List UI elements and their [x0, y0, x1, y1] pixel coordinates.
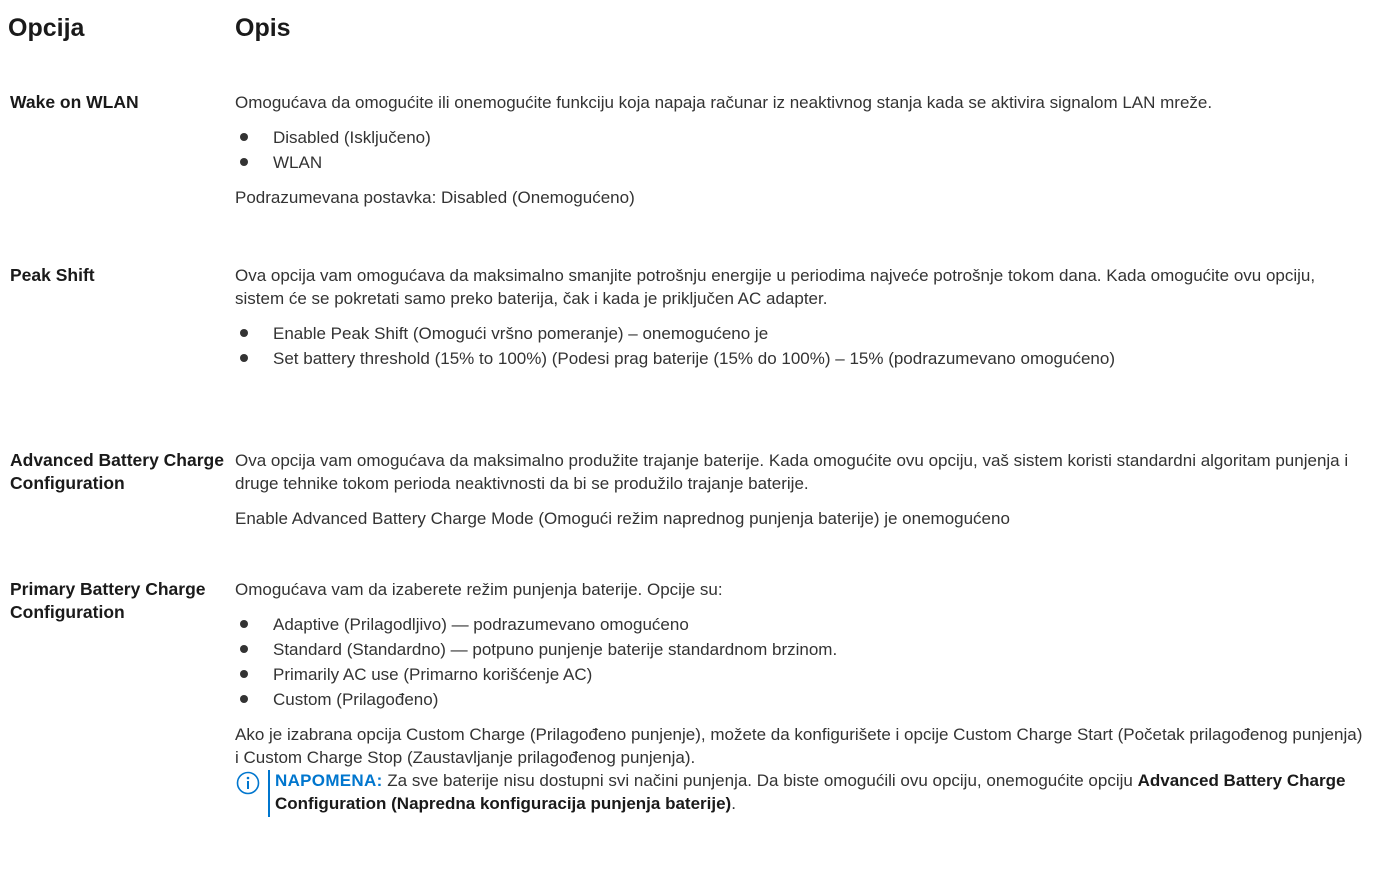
list-item: Adaptive (Prilagodljivo) — podrazumevano… [235, 613, 1365, 636]
table-header: Opcija Opis [8, 14, 1368, 46]
option-description: Ova opcija vam omogućava da maksimalno p… [235, 449, 1365, 542]
bullet-list: Disabled (Isključeno) WLAN [235, 126, 1365, 174]
column-header-option: Opcija [8, 14, 85, 42]
note-box: NAPOMENA: Za sve baterije nisu dostupni … [235, 769, 1365, 817]
note-end: . [731, 794, 736, 813]
list-item: Standard (Standardno) — potpuno punjenje… [235, 638, 1365, 661]
description-text: Omogućava vam da izaberete režim punjenj… [235, 580, 723, 599]
setting-status-text: Enable Advanced Battery Charge Mode (Omo… [235, 509, 1010, 528]
list-item: Custom (Prilagođeno) [235, 688, 1365, 711]
description-text: Omogućava da omogućite ili onemogućite f… [235, 93, 1213, 112]
list-item: Enable Peak Shift (Omogući vršno pomeran… [235, 322, 1365, 345]
option-name: Wake on WLAN [10, 92, 139, 112]
note-text: Za sve baterije nisu dostupni svi načini… [382, 771, 1138, 790]
info-circle-icon [236, 771, 260, 795]
option-description: Ova opcija vam omogućava da maksimalno s… [235, 264, 1365, 382]
list-item: Primarily AC use (Primarno korišćenje AC… [235, 663, 1365, 686]
option-description: Omogućava da omogućite ili onemogućite f… [235, 91, 1365, 221]
option-name: Advanced Battery Charge Configuration [10, 450, 224, 493]
description-text: Ova opcija vam omogućava da maksimalno p… [235, 451, 1349, 493]
option-name: Peak Shift [10, 265, 95, 285]
column-header-description: Opis [235, 14, 291, 42]
note-accent-bar [268, 770, 270, 817]
list-item: Set battery threshold (15% to 100%) (Pod… [235, 347, 1365, 370]
list-item: WLAN [235, 151, 1365, 174]
note-label: NAPOMENA: [275, 771, 383, 790]
option-name: Primary Battery Charge Configuration [10, 579, 206, 622]
custom-charge-text: Ako je izabrana opcija Custom Charge (Pr… [235, 725, 1363, 767]
bullet-list: Enable Peak Shift (Omogući vršno pomeran… [235, 322, 1365, 370]
bullet-list: Adaptive (Prilagodljivo) — podrazumevano… [235, 613, 1365, 711]
default-setting-text: Podrazumevana postavka: Disabled (Onemog… [235, 188, 635, 207]
option-description: Omogućava vam da izaberete režim punjenj… [235, 578, 1365, 817]
description-text: Ova opcija vam omogućava da maksimalno s… [235, 266, 1316, 308]
list-item: Disabled (Isključeno) [235, 126, 1365, 149]
